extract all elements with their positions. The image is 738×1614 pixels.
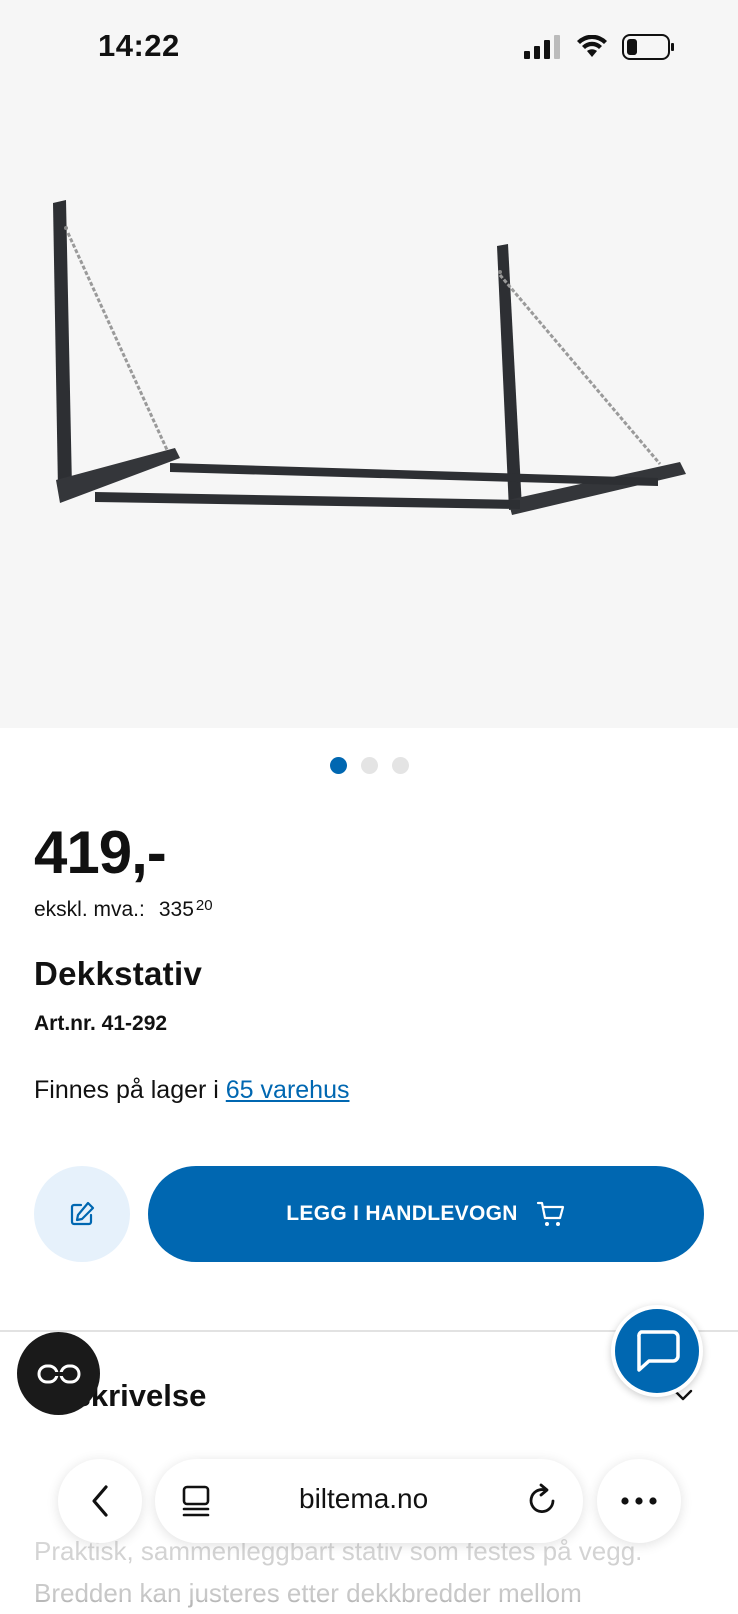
back-icon	[92, 1485, 108, 1517]
cart-icon	[536, 1201, 564, 1226]
back-button[interactable]	[58, 1459, 142, 1543]
edit-list-button[interactable]	[34, 1166, 130, 1262]
product-image[interactable]	[0, 0, 738, 728]
status-icons	[524, 34, 676, 60]
battery-icon	[622, 34, 674, 60]
url-text[interactable]: biltema.no	[299, 1483, 428, 1515]
more-icon	[621, 1497, 657, 1505]
stock-prefix: Finnes på lager i	[34, 1076, 219, 1104]
edit-icon	[70, 1201, 95, 1226]
add-to-cart-label: LEGG I HANDLEVOGN	[286, 1202, 518, 1225]
vat-cents: 20	[195, 897, 213, 914]
tire-rack-illustration	[53, 200, 686, 515]
vat-label: ekskl. mva.:	[34, 898, 145, 921]
address-bar[interactable]: biltema.no	[155, 1459, 583, 1543]
article-number: Art.nr. 41-292	[34, 1012, 168, 1035]
product-price: 419,-	[34, 819, 167, 886]
stock-info: Finnes på lager i 65 varehus	[34, 1076, 349, 1105]
stock-stores-link[interactable]: 65 varehus	[226, 1076, 350, 1104]
reader-icon	[37, 1364, 80, 1383]
vat-price: ekskl. mva.: 335 20	[34, 897, 213, 922]
carousel-dot-2[interactable]	[360, 757, 378, 774]
browser-toolbar: biltema.no	[0, 1459, 738, 1543]
chat-button[interactable]	[611, 1305, 703, 1397]
wifi-icon	[577, 35, 607, 57]
add-to-cart-button[interactable]: LEGG I HANDLEVOGN	[148, 1166, 704, 1262]
reload-icon[interactable]	[527, 1483, 559, 1517]
status-bar: 14:22	[0, 0, 738, 96]
product-name: Dekkstativ	[34, 955, 203, 992]
vat-value: 335	[158, 898, 194, 921]
carousel-dot-3[interactable]	[391, 757, 409, 774]
reader-mode-button[interactable]	[17, 1332, 100, 1415]
chat-icon	[637, 1330, 680, 1372]
carousel-dots[interactable]	[0, 757, 738, 774]
tabs-icon[interactable]	[181, 1485, 211, 1517]
status-time: 14:22	[98, 28, 180, 63]
carousel-dot-1[interactable]	[329, 757, 347, 774]
signal-icon	[524, 35, 560, 59]
more-button[interactable]	[597, 1459, 681, 1543]
